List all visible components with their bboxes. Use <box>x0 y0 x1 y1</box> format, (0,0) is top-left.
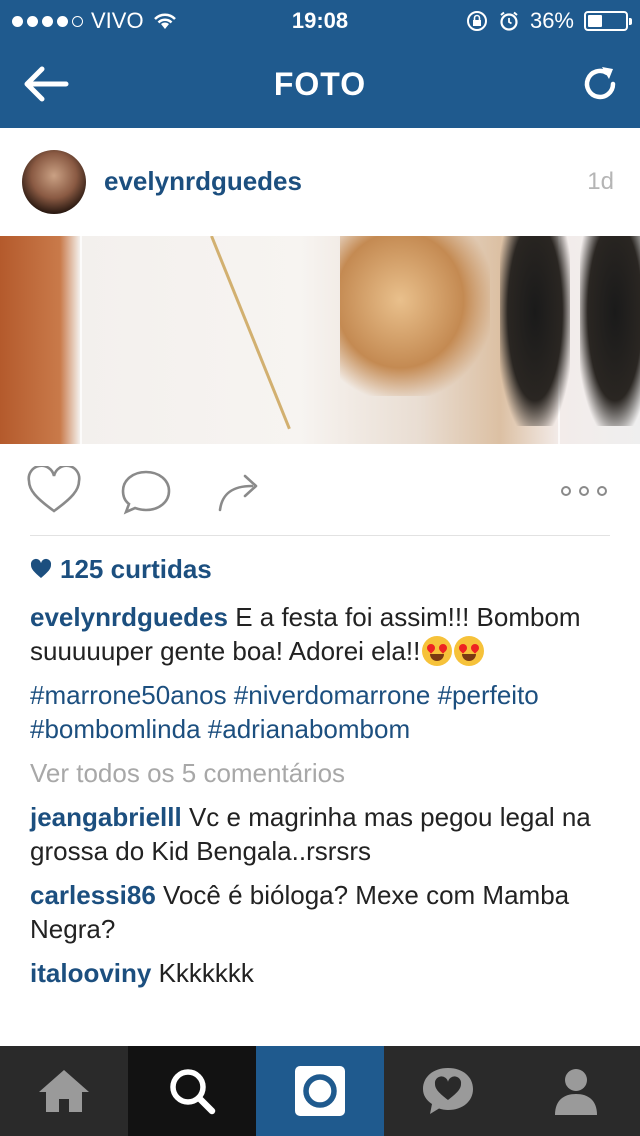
tab-activity[interactable] <box>384 1046 512 1136</box>
divider <box>30 535 610 536</box>
search-icon <box>170 1069 216 1115</box>
post-username[interactable]: evelynrdguedes <box>104 166 302 197</box>
likes-count: 125 curtidas <box>60 554 212 584</box>
tab-bar <box>0 1046 640 1136</box>
tab-profile[interactable] <box>512 1046 640 1136</box>
post-content: 125 curtidas evelynrdguedes E a festa fo… <box>30 552 620 990</box>
battery-icon <box>584 11 632 31</box>
status-bar: VIVO 19:08 36% <box>0 0 640 40</box>
post-age: 1d <box>587 168 614 195</box>
tab-camera[interactable] <box>256 1046 384 1136</box>
share-arrow-icon[interactable] <box>212 466 268 516</box>
battery-percent: 36% <box>529 8 574 33</box>
alarm-icon <box>500 11 518 31</box>
page-title: FOTO <box>273 66 367 102</box>
view-all-comments-link[interactable]: Ver todos os 5 comentários <box>30 756 620 790</box>
post-photo[interactable] <box>0 236 640 444</box>
avatar[interactable] <box>22 150 86 214</box>
tab-search[interactable] <box>128 1046 256 1136</box>
comment-bubble-icon[interactable] <box>118 466 174 516</box>
top-bar: VIVO 19:08 36% FOTO <box>0 0 640 128</box>
caption-username[interactable]: evelynrdguedes <box>30 602 228 632</box>
camera-icon <box>295 1066 345 1116</box>
comment-username[interactable]: italooviny <box>30 958 151 988</box>
comment-text: Kkkkkkk <box>151 958 254 988</box>
comment-username[interactable]: carlessi86 <box>30 880 156 910</box>
activity-heart-icon <box>423 1068 473 1114</box>
small-heart-icon <box>30 558 52 578</box>
comment-username[interactable]: jeangabrielll <box>30 802 182 832</box>
heart-icon[interactable] <box>26 466 82 516</box>
orientation-lock-icon <box>466 11 487 31</box>
comment-item: carlessi86 Você é bióloga? Mexe com Mamb… <box>30 878 620 946</box>
heart-eyes-emoji-icon <box>422 636 453 666</box>
nav-bar: FOTO <box>0 40 640 128</box>
likes-row[interactable]: 125 curtidas <box>30 552 620 586</box>
tab-home[interactable] <box>0 1046 128 1136</box>
caption: evelynrdguedes E a festa foi assim!!! Bo… <box>30 600 620 668</box>
home-icon <box>39 1070 89 1112</box>
heart-eyes-emoji-icon <box>454 636 485 666</box>
comment-item: jeangabrielll Vc e magrinha mas pegou le… <box>30 800 620 868</box>
profile-icon <box>555 1069 597 1115</box>
more-dots-icon[interactable] <box>556 466 612 516</box>
status-right: 36% <box>466 8 632 34</box>
refresh-icon[interactable] <box>580 64 620 104</box>
post-actions <box>0 444 640 536</box>
comment-item: italooviny Kkkkkkk <box>30 956 620 990</box>
post-header: evelynrdguedes 1d <box>0 128 640 236</box>
hashtags[interactable]: #marrone50anos #niverdomarrone #perfeito… <box>30 678 620 746</box>
